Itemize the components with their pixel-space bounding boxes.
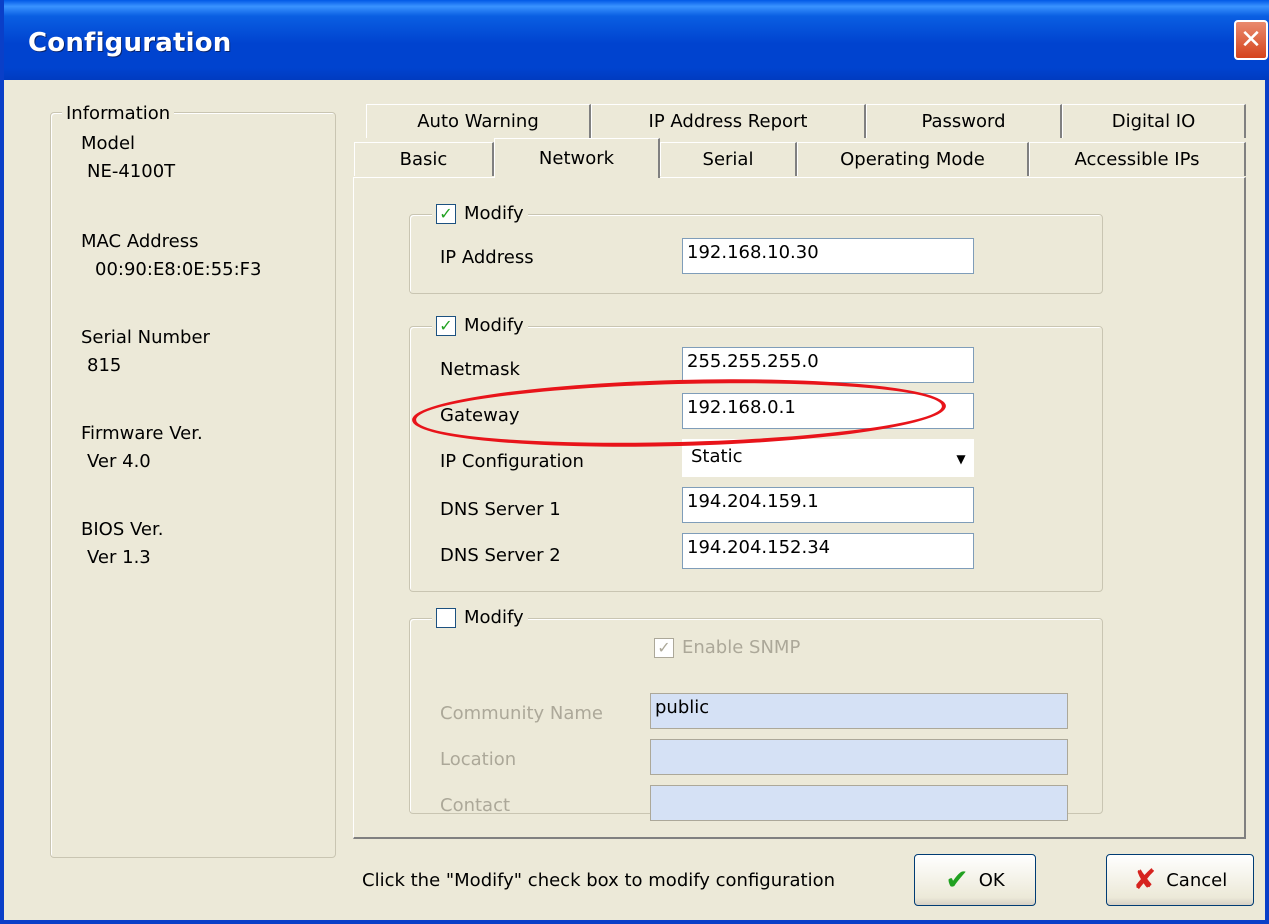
dns-server-1-input[interactable]: 194.204.159.1 xyxy=(682,487,974,523)
dns-server-1-label: DNS Server 1 xyxy=(440,499,561,520)
location-label: Location xyxy=(440,749,517,770)
gateway-label: Gateway xyxy=(440,405,520,426)
ip-configuration-label: IP Configuration xyxy=(440,451,584,472)
snmp-modify-label[interactable]: Modify xyxy=(464,607,524,628)
ip-modify-label[interactable]: Modify xyxy=(464,203,524,224)
netmask-input[interactable]: 255.255.255.0 xyxy=(682,347,974,383)
network-settings-group: ✓ Modify Netmask 255.255.255.0 Gateway 1… xyxy=(409,315,1103,592)
tab-basic[interactable]: Basic xyxy=(354,142,494,176)
contact-input[interactable] xyxy=(650,785,1068,821)
firmware-label: Firmware Ver. xyxy=(81,423,203,444)
network-tab-panel: ✓ Modify IP Address 192.168.10.30 ✓ Modi… xyxy=(353,177,1246,839)
dropdown-arrow-icon[interactable]: ▼ xyxy=(951,442,971,476)
contact-label: Contact xyxy=(440,795,511,816)
cancel-button[interactable]: ✘ Cancel xyxy=(1106,854,1254,906)
mac-value: 00:90:E8:0E:55:F3 xyxy=(95,259,262,280)
netmask-label: Netmask xyxy=(440,359,520,380)
community-name-label: Community Name xyxy=(440,703,604,724)
ip-modify-row: ✓ Modify xyxy=(432,203,528,224)
ip-address-group: ✓ Modify IP Address 192.168.10.30 xyxy=(409,203,1103,294)
window-title: Configuration xyxy=(28,28,232,58)
serial-number-label: Serial Number xyxy=(81,327,210,348)
tab-accessible-ips[interactable]: Accessible IPs xyxy=(1029,142,1246,176)
network-modify-checkbox[interactable]: ✓ xyxy=(436,315,456,336)
enable-snmp-label: Enable SNMP xyxy=(682,637,801,658)
community-name-input[interactable]: public xyxy=(650,693,1068,729)
title-bar[interactable]: Configuration ✕ xyxy=(4,0,1269,80)
close-button[interactable]: ✕ xyxy=(1234,20,1268,60)
ip-configuration-select[interactable]: Static ▼ xyxy=(682,439,974,477)
mac-label: MAC Address xyxy=(81,231,199,252)
network-modify-row: ✓ Modify xyxy=(432,315,528,336)
tab-ip-address-report[interactable]: IP Address Report xyxy=(591,104,866,138)
tab-digital-io[interactable]: Digital IO xyxy=(1062,104,1246,138)
tab-serial[interactable]: Serial xyxy=(660,142,797,176)
network-modify-label[interactable]: Modify xyxy=(464,315,524,336)
checkmark-icon: ✔ xyxy=(945,863,969,896)
information-legend: Information xyxy=(62,103,175,124)
ip-configuration-value: Static xyxy=(691,446,743,467)
snmp-group: Modify ✓ Enable SNMP Community Name publ… xyxy=(409,607,1103,821)
ok-button-label: OK xyxy=(978,869,1005,891)
ip-address-label: IP Address xyxy=(440,247,534,268)
cancel-x-icon: ✘ xyxy=(1132,863,1157,896)
gateway-input[interactable]: 192.168.0.1 xyxy=(682,393,974,429)
model-value: NE-4100T xyxy=(87,161,176,182)
snmp-modify-checkbox[interactable] xyxy=(436,607,456,628)
tab-operating-mode[interactable]: Operating Mode xyxy=(797,142,1029,176)
location-input[interactable] xyxy=(650,739,1068,775)
model-label: Model xyxy=(81,133,136,154)
bios-label: BIOS Ver. xyxy=(81,519,164,540)
tab-password[interactable]: Password xyxy=(866,104,1062,138)
tab-auto-warning[interactable]: Auto Warning xyxy=(366,104,591,138)
footer-hint: Click the "Modify" check box to modify c… xyxy=(362,870,836,891)
dns-server-2-label: DNS Server 2 xyxy=(440,545,561,566)
tab-network[interactable]: Network xyxy=(494,138,660,178)
dns-server-2-input[interactable]: 194.204.152.34 xyxy=(682,533,974,569)
bios-value: Ver 1.3 xyxy=(87,547,151,568)
ok-button[interactable]: ✔ OK xyxy=(914,854,1036,906)
cancel-button-label: Cancel xyxy=(1166,869,1228,891)
ip-address-input[interactable]: 192.168.10.30 xyxy=(682,238,974,274)
configuration-window: Configuration ✕ Information Model NE-410… xyxy=(0,0,1269,924)
snmp-modify-row: Modify xyxy=(432,607,528,628)
ip-modify-checkbox[interactable]: ✓ xyxy=(436,203,456,224)
enable-snmp-checkbox[interactable]: ✓ xyxy=(654,637,674,658)
dialog-client-area: Information Model NE-4100T MAC Address 0… xyxy=(4,80,1269,924)
firmware-value: Ver 4.0 xyxy=(87,451,151,472)
serial-number-value: 815 xyxy=(87,355,122,376)
information-group: Information Model NE-4100T MAC Address 0… xyxy=(50,103,336,858)
enable-snmp-row: ✓ Enable SNMP xyxy=(654,637,800,658)
